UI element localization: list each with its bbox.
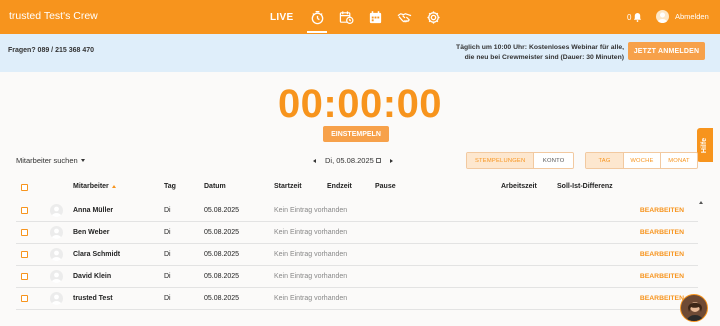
top-bar: trusted Test's Crew LIVE 0 Abmelden [0,0,720,34]
view-toggle: STEMPELUNGEN KONTO [466,152,574,169]
edit-button[interactable]: BEARBEITEN [640,251,684,258]
edit-button[interactable]: BEARBEITEN [640,295,684,302]
status-cell: Kein Eintrag vorhanden [274,229,348,236]
webinar-line-1: Täglich um 10:00 Uhr: Kostenloses Webina… [456,44,624,51]
period-toggle: TAG WOCHE MONAT [585,152,698,169]
table-header: Mitarbeiter Tag Datum Startzeit Endzeit … [0,181,720,195]
status-cell: Kein Eintrag vorhanden [274,273,348,280]
clock-in-button[interactable]: EINSTEMPELN [323,126,389,142]
avatar [50,270,63,283]
current-date[interactable]: Di, 05.08.2025 [325,156,374,165]
main-nav: LIVE [270,0,454,34]
tab-konto[interactable]: KONTO [533,153,573,168]
date-cell: 05.08.2025 [204,229,240,236]
edit-button[interactable]: BEARBEITEN [640,273,684,280]
timer-display: 00:00:00 [277,82,443,126]
employee-name: Ben Weber [73,229,110,236]
webinar-line-2: die neu bei Crewmeister sind (Dauer: 30 … [464,54,624,61]
avatar [50,248,63,261]
calendar-icon[interactable] [375,158,381,163]
employee-name: Clara Schmidt [73,251,121,258]
employee-name: Anna Müller [73,207,114,214]
stopwatch-icon[interactable] [307,9,328,33]
nav-live[interactable]: LIVE [270,12,293,23]
header-date: Datum [204,183,226,190]
tab-stempelungen[interactable]: STEMPELUNGEN [467,153,534,168]
avatar [50,292,63,305]
header-employee-label: Mitarbeiter [73,183,109,190]
calendar-icon[interactable] [367,9,383,25]
status-cell: Kein Eintrag vorhanden [274,251,348,258]
gear-icon[interactable] [425,9,441,25]
info-banner: Fragen? 089 / 215 368 470 Täglich um 10:… [0,34,720,72]
user-avatar[interactable] [656,10,669,23]
chevron-down-icon [80,159,85,162]
header-difference: Soll-Ist-Differenz [557,183,613,190]
date-cell: 05.08.2025 [204,207,240,214]
avatar [50,226,63,239]
edit-button[interactable]: BEARBEITEN [640,207,684,214]
webinar-notice: Täglich um 10:00 Uhr: Kostenloses Webina… [434,43,624,63]
day-cell: Di [164,251,171,258]
calendar-clock-icon[interactable] [338,9,354,25]
date-cell: 05.08.2025 [204,295,240,302]
notifications[interactable]: 0 [627,12,642,22]
row-checkbox[interactable] [21,295,28,302]
table-row: Ben Weber Di 05.08.2025 Kein Eintrag vor… [16,222,698,244]
tab-monat[interactable]: MONAT [660,153,697,168]
handshake-icon[interactable] [396,9,412,25]
row-checkbox[interactable] [21,251,28,258]
header-end: Endzeit [327,183,352,190]
header-worktime: Arbeitszeit [501,183,537,190]
employee-name: David Klein [73,273,112,280]
table-row: David Klein Di 05.08.2025 Kein Eintrag v… [16,266,698,288]
app-title[interactable]: trusted Test's Crew [9,10,98,22]
edit-button[interactable]: BEARBEITEN [640,229,684,236]
logout-link[interactable]: Abmelden [675,12,709,21]
scroll-up-icon[interactable] [699,201,703,204]
date-navigator: Di, 05.08.2025 [313,156,393,165]
tab-woche[interactable]: WOCHE [622,153,660,168]
day-cell: Di [164,229,171,236]
prev-day-arrow-icon[interactable] [313,158,316,163]
status-cell: Kein Eintrag vorhanden [274,295,348,302]
tab-tag[interactable]: TAG [586,153,623,168]
bell-icon [634,12,642,22]
sort-ascending-icon [111,184,116,188]
table-row: Clara Schmidt Di 05.08.2025 Kein Eintrag… [16,244,698,266]
table-row: Anna Müller Di 05.08.2025 Kein Eintrag v… [16,200,698,222]
header-employee[interactable]: Mitarbeiter [73,183,116,190]
notification-count: 0 [627,12,632,22]
table-row: trusted Test Di 05.08.2025 Kein Eintrag … [16,288,698,310]
help-label: Hilfe [701,137,709,153]
day-cell: Di [164,273,171,280]
register-button[interactable]: JETZT ANMELDEN [628,42,705,60]
status-cell: Kein Eintrag vorhanden [274,207,348,214]
day-cell: Di [164,295,171,302]
employee-search-label: Mitarbeiter suchen [16,156,78,165]
row-checkbox[interactable] [21,207,28,214]
employee-search-dropdown[interactable]: Mitarbeiter suchen [16,156,85,165]
help-tab[interactable]: Hilfe [697,128,713,162]
row-checkbox[interactable] [21,273,28,280]
row-checkbox[interactable] [21,229,28,236]
date-cell: 05.08.2025 [204,251,240,258]
avatar [50,204,63,217]
header-start: Startzeit [274,183,302,190]
day-cell: Di [164,207,171,214]
employee-name: trusted Test [73,295,113,302]
support-chat-avatar[interactable] [680,294,708,322]
header-day: Tag [164,183,176,190]
select-all-checkbox[interactable] [21,184,28,191]
next-day-arrow-icon[interactable] [389,158,393,163]
date-cell: 05.08.2025 [204,273,240,280]
header-pause: Pause [375,183,396,190]
support-phone: Fragen? 089 / 215 368 470 [8,47,94,54]
